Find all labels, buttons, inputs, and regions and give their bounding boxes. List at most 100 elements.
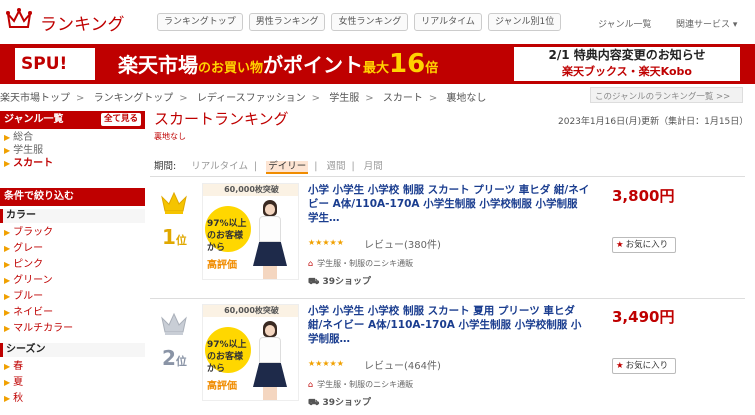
arrow-right-icon: ▶	[4, 324, 11, 333]
related-services-dropdown[interactable]: 関連サービス ▾	[676, 17, 737, 30]
banner-notice[interactable]: 2/1 特典内容変更のお知らせ 楽天ブックス・楽天Kobo	[514, 47, 740, 81]
filter-color-pink[interactable]: ▶ ピンク	[0, 257, 145, 273]
site-header: ランキング ランキングトップ 男性ランキング 女性ランキング リアルタイム ジャ…	[0, 0, 755, 44]
rank-number: 2位	[162, 346, 187, 370]
promo-banner[interactable]: SPU! 楽天市場のお買い物がポイント最大16倍 2/1 特典内容変更のお知らせ…	[0, 44, 755, 84]
arrow-right-icon: ▶	[4, 292, 11, 301]
breadcrumb-separator: >	[311, 93, 321, 104]
banner-text-a: 楽天市場	[118, 53, 198, 77]
updated-date: 2023年1月16日(月)更新（集計日：1月15日）	[558, 117, 749, 127]
breadcrumb-item[interactable]: 楽天市場トップ	[0, 93, 70, 104]
period-monthly[interactable]: 月間	[364, 161, 383, 172]
review-count-link[interactable]: レビュー(380件)	[364, 236, 441, 251]
arrow-right-icon: ▶	[4, 260, 11, 269]
sidebar-item-skirt[interactable]: ▶ スカート	[0, 157, 145, 170]
filter-color-multi[interactable]: ▶ マルチカラー	[0, 321, 145, 337]
model-blouse	[259, 337, 281, 363]
filter-color-blue[interactable]: ▶ ブルー	[0, 289, 145, 305]
product-price: 3,800円	[612, 187, 675, 205]
gold-crown-icon	[161, 191, 187, 214]
nav-male-ranking[interactable]: 男性ランキング	[248, 13, 326, 31]
product-price: 3,490円	[612, 308, 675, 326]
rank-suffix: 位	[175, 234, 187, 247]
thumb-banner-text: 60,000枚突破	[203, 305, 298, 317]
product-title-link[interactable]: 小学 小学生 小学校 制服 スカート 夏用 プリーツ 車ヒダ 紺/ネイビー A体…	[308, 304, 590, 346]
shop-name-link[interactable]: ⌂ 学生服・制服のニシキ通販	[308, 258, 413, 269]
filter-season-spring[interactable]: ▶ 春	[0, 359, 145, 375]
product-thumbnail[interactable]: 60,000枚突破 97%以上のお客様から 高評価	[202, 183, 299, 280]
genre-ranking-list-link[interactable]: このジャンルのランキング一覧 >>	[590, 87, 743, 103]
period-separator: |	[351, 161, 355, 172]
shop-icon: ⛟	[308, 277, 323, 287]
breadcrumb-item[interactable]: ランキングトップ	[94, 93, 174, 104]
model-skirt	[253, 363, 287, 387]
ranking-logo-text[interactable]: ランキング	[40, 10, 125, 35]
breadcrumb-item[interactable]: スカート	[383, 93, 423, 104]
banner-notice-line1: 2/1 特典内容変更のお知らせ	[548, 48, 706, 62]
favorite-label: お気に入り	[625, 240, 669, 250]
filter-season-summer[interactable]: ▶ 夏	[0, 375, 145, 391]
breadcrumb-current: 裏地なし	[446, 93, 487, 104]
thumb-highrating-text: 高評価	[207, 260, 237, 271]
see-all-button[interactable]: 全て見る	[100, 113, 141, 126]
nav-female-ranking[interactable]: 女性ランキング	[331, 13, 409, 31]
genre-list-link[interactable]: ジャンル一覧	[598, 17, 652, 30]
sidebar-item-uniform[interactable]: ▶ 学生服	[0, 144, 145, 157]
nav-ranking-top[interactable]: ランキングトップ	[157, 13, 243, 31]
shop-count: 39ショップ	[322, 398, 371, 408]
sidebar-item-overall[interactable]: ▶ 総合	[0, 131, 145, 144]
review-count-link[interactable]: レビュー(464件)	[364, 357, 441, 372]
filter-label: ネイビー	[13, 307, 54, 318]
divider	[150, 298, 745, 299]
shop-home-icon: ⌂	[308, 380, 314, 389]
breadcrumb-item[interactable]: 学生服	[329, 93, 359, 104]
shop-name-link[interactable]: ⌂ 学生服・制服のニシキ通販	[308, 379, 413, 390]
period-weekly[interactable]: 週間	[326, 161, 345, 172]
crown-logo-icon[interactable]	[6, 8, 32, 30]
model-legs	[263, 387, 277, 400]
banner-main-text: 楽天市場のお買い物がポイント最大16倍	[118, 50, 438, 83]
filter-label: ブルー	[13, 291, 44, 302]
period-separator: |	[314, 161, 318, 172]
rating-stars: ★★★★★	[308, 238, 344, 247]
shop-count-link[interactable]: ⛟ 39ショップ	[308, 274, 371, 288]
nav-realtime[interactable]: リアルタイム	[414, 13, 482, 31]
favorite-button[interactable]: ★ お気に入り	[612, 237, 676, 253]
rank-suffix: 位	[175, 355, 187, 368]
arrow-right-icon: ▶	[4, 276, 11, 285]
arrow-right-icon: ▶	[4, 159, 11, 168]
star-icon: ★	[616, 240, 624, 250]
period-selector: 期間: リアルタイム | デイリー | 週間 | 月間	[154, 158, 383, 174]
filter-color-gray[interactable]: ▶ グレー	[0, 241, 145, 257]
model-legs	[263, 266, 277, 279]
period-daily[interactable]: デイリー	[266, 161, 309, 174]
filter-color-green[interactable]: ▶ グリーン	[0, 273, 145, 289]
model-skirt	[253, 242, 287, 266]
product-title-link[interactable]: 小学 小学生 小学校 制服 スカート プリーツ 車ヒダ 紺/ネイビー A体/11…	[308, 183, 590, 225]
breadcrumb-item[interactable]: レディースファッション	[197, 93, 306, 104]
sidebar-item-label: 総合	[13, 132, 34, 143]
filter-label: グリーン	[13, 275, 53, 286]
period-realtime[interactable]: リアルタイム	[191, 161, 248, 172]
filter-label: 夏	[13, 377, 24, 388]
product-thumbnail[interactable]: 60,000枚突破 97%以上のお客様から 高評価	[202, 304, 299, 401]
filter-label: ピンク	[13, 259, 44, 270]
sidebar-filter-header: 条件で絞り込む	[0, 188, 145, 206]
shop-name: 学生服・制服のニシキ通販	[317, 259, 414, 268]
shop-count: 39ショップ	[322, 277, 371, 287]
ranking-item: 1位 60,000枚突破 97%以上のお客様から 高評価 小学 小学生 小学校 …	[150, 183, 745, 303]
filter-season-autumn[interactable]: ▶ 秋	[0, 391, 145, 407]
favorite-button[interactable]: ★ お気に入り	[612, 358, 676, 374]
shop-name: 学生服・制服のニシキ通販	[317, 380, 414, 389]
banner-text-b: のお買い物	[198, 61, 264, 76]
nav-genre-first[interactable]: ジャンル別1位	[487, 13, 562, 31]
page-subtitle: 裏地なし	[154, 132, 186, 141]
filter-color-black[interactable]: ▶ ブラック	[0, 225, 145, 241]
ranking-item: 2位 60,000枚突破 97%以上のお客様から 高評価 小学 小学生 小学校 …	[150, 304, 745, 415]
period-label: 期間:	[154, 161, 177, 172]
sidebar-genre-title: ジャンル一覧	[4, 114, 64, 125]
shop-count-link[interactable]: ⛟ 39ショップ	[308, 395, 371, 409]
rank-value: 2	[162, 346, 176, 370]
breadcrumb: 楽天市場トップ > ランキングトップ > レディースファッション > 学生服 > スカー…	[0, 89, 486, 104]
filter-color-navy[interactable]: ▶ ネイビー	[0, 305, 145, 321]
